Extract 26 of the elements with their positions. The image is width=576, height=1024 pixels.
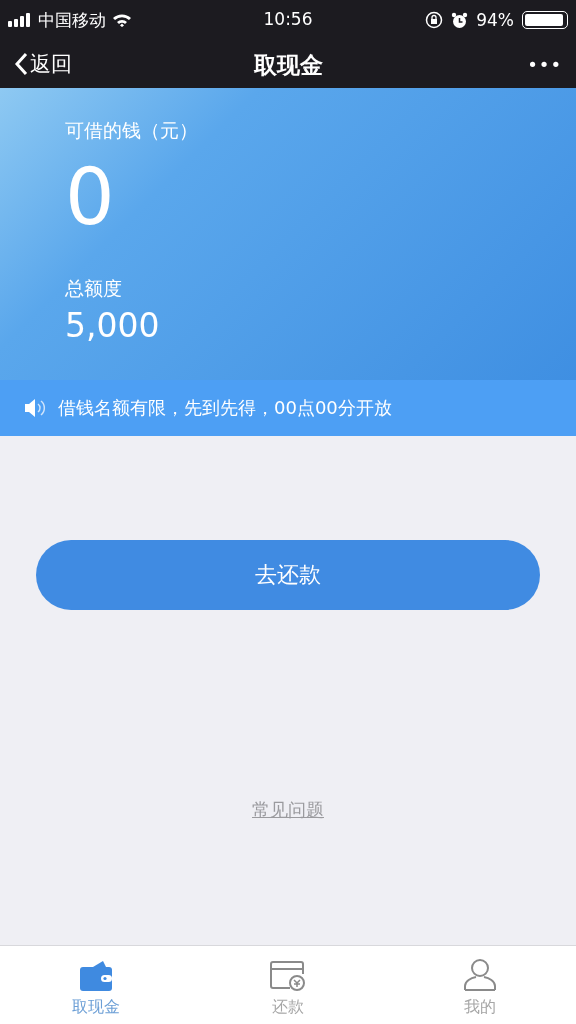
rotation-lock-icon xyxy=(425,11,444,29)
wifi-icon xyxy=(112,13,132,27)
notice-text: 借钱名额有限，先到先得，00点00分开放 xyxy=(58,396,392,420)
carrier-name: 中国移动 xyxy=(38,8,106,32)
tab[interactable]: 还款 xyxy=(192,946,384,1024)
chevron-left-icon xyxy=(14,52,28,76)
alarm-icon xyxy=(451,11,469,29)
faq-link[interactable]: 常见问题 xyxy=(252,798,324,822)
tab[interactable]: 取现金 xyxy=(0,946,192,1024)
limit-label: 总额度 xyxy=(65,276,122,301)
repay-button[interactable]: 去还款 xyxy=(36,540,540,610)
available-label: 可借的钱（元） xyxy=(65,118,198,143)
available-amount: 0 xyxy=(65,158,115,236)
clock-time: 10:56 xyxy=(263,9,313,29)
more-button[interactable]: ••• xyxy=(527,53,562,75)
card-icon xyxy=(270,961,306,991)
speaker-icon xyxy=(24,397,48,419)
back-button[interactable]: 返回 xyxy=(14,50,72,78)
page-title: 取现金 xyxy=(253,52,323,78)
battery-icon xyxy=(522,11,568,29)
tab[interactable]: 我的 xyxy=(384,946,576,1024)
battery-percent: 94% xyxy=(476,10,514,30)
wallet-icon xyxy=(79,961,113,991)
person-icon xyxy=(463,957,497,991)
signal-icon xyxy=(8,13,32,27)
limit-amount: 5,000 xyxy=(65,306,160,345)
